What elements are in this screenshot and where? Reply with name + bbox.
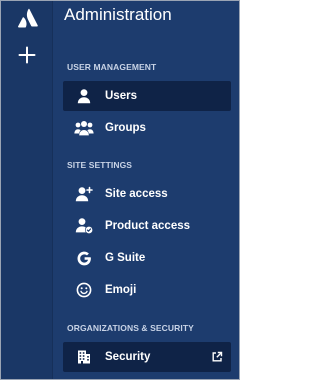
emoji-icon bbox=[74, 280, 94, 300]
sidebar-item-g-suite[interactable]: G Suite bbox=[63, 243, 231, 273]
sidebar-item-label: G Suite bbox=[105, 252, 146, 264]
atlassian-logo-icon[interactable] bbox=[17, 7, 39, 29]
sidebar-item-label: Security bbox=[105, 351, 151, 363]
user-check-icon bbox=[74, 216, 94, 236]
sidebar-item-groups[interactable]: Groups bbox=[63, 113, 231, 143]
building-icon bbox=[74, 347, 94, 367]
user-icon bbox=[74, 86, 94, 106]
sidebar-item-label: Site access bbox=[105, 188, 168, 200]
plus-icon[interactable] bbox=[18, 46, 36, 64]
sidebar-item-label: Users bbox=[105, 90, 137, 102]
sidebar-item-site-access[interactable]: Site access bbox=[63, 179, 231, 209]
external-link-icon bbox=[212, 351, 223, 362]
section-header-site-settings: SITE SETTINGS bbox=[67, 160, 133, 170]
sidebar-item-label: Groups bbox=[105, 122, 146, 134]
sidebar-item-emoji[interactable]: Emoji bbox=[63, 275, 231, 305]
global-nav-rail bbox=[1, 1, 53, 379]
page-title: Administration bbox=[64, 5, 172, 24]
section-header-user-management: USER MANAGEMENT bbox=[67, 62, 157, 72]
group-icon bbox=[74, 118, 94, 138]
admin-window: Administration USER MANAGEMENT Users Gro… bbox=[0, 0, 240, 380]
sidebar-item-security[interactable]: Security bbox=[63, 342, 231, 372]
google-g-icon bbox=[74, 248, 94, 268]
sidebar-item-label: Emoji bbox=[105, 284, 137, 296]
sidebar-item-users[interactable]: Users bbox=[63, 81, 231, 111]
sidebar-item-label: Product access bbox=[105, 220, 191, 232]
user-add-icon bbox=[74, 184, 94, 204]
section-header-organizations-security: ORGANIZATIONS & SECURITY bbox=[67, 323, 194, 333]
sidebar-item-product-access[interactable]: Product access bbox=[63, 211, 231, 241]
admin-sidebar: Administration USER MANAGEMENT Users Gro… bbox=[53, 1, 239, 379]
